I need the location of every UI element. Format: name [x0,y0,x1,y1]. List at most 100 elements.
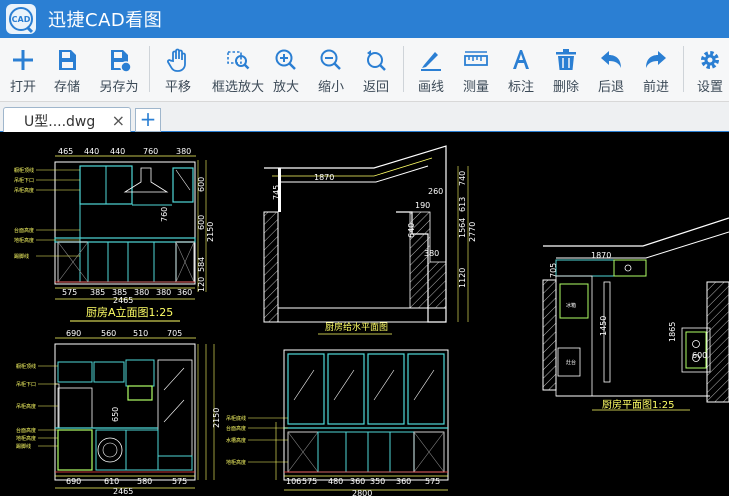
dim-label: 640 [407,223,416,238]
undo-label: 后退 [597,80,624,95]
zoom-out-button[interactable]: 缩小 [315,38,347,102]
toolbar-separator [683,46,684,92]
cad-label: 地柜高度 [16,435,36,442]
zoom-out-label: 缩小 [317,80,344,95]
close-icon[interactable]: × [112,111,125,130]
redo-arrow-icon [646,51,666,68]
dim-label: 120 [197,277,206,292]
open-button[interactable]: 打开 [6,38,40,102]
draw-line-label: 画线 [417,80,444,95]
dim-label: 465 [58,147,73,156]
dim-label: 480 [328,477,343,486]
pan-button[interactable]: 平移 [161,38,195,102]
dim-label: 600 [197,177,206,192]
dim-label: 613 [458,197,467,212]
dim-label: 600 [197,215,206,230]
undo-arrow-icon [601,51,621,68]
dim-label: 510 [133,329,148,338]
cad-label: 吊柜高度 [16,403,36,410]
save-file-icon [59,50,76,70]
settings-button[interactable]: 设置 [694,38,726,102]
dim-label: 1450 [599,316,608,336]
kitchen-plan: 1870 705 1450 1865 600 冰箱 灶台 厨房平面图1:25 [542,217,729,411]
cad-label: 吊柜下口 [16,381,36,388]
cad-label: 台面高度 [226,425,246,432]
cad-label: 吊柜高度 [14,187,34,194]
dim-label: 575 [302,477,317,486]
dim-label: 2150 [212,408,221,428]
plus-icon [13,50,33,70]
cad-label: 吊柜下口 [14,177,34,184]
zoom-in-button[interactable]: 放大 [270,38,302,102]
cad-label: 吊柜底线 [226,415,246,422]
annotate-button[interactable]: 标注 [505,38,537,102]
tab-label: U型....dwg [24,113,96,130]
dim-label: 440 [110,147,125,156]
elevation-a: 465 440 440 760 380 橱柜顶线 吊柜下口 吊柜高度 台面高度 … [14,147,215,322]
dim-label: 690 [66,329,81,338]
dim-label: 190 [415,201,430,210]
delete-button[interactable]: 删除 [550,38,582,102]
toolbar-separator [149,46,150,92]
redo-button[interactable]: 前进 [640,38,672,102]
dim-label: 705 [549,263,558,278]
dim-label: 350 [370,477,385,486]
cad-label: 台面高度 [14,227,34,234]
open-label: 打开 [9,80,36,95]
measure-label: 测量 [462,80,489,95]
drawing-canvas[interactable]: 465 440 440 760 380 橱柜顶线 吊柜下口 吊柜高度 台面高度 … [0,132,729,496]
dim-label: 690 [66,477,81,486]
dim-label: 380 [134,288,149,297]
dim-label: 740 [458,171,467,186]
cad-label: 灶台 [566,359,576,366]
zoom-back-icon [367,50,386,71]
tab-bar: U型....dwg × + [0,102,729,133]
dim-label: 575 [172,477,187,486]
dim-label: 1870 [591,251,611,260]
cad-label: 地柜高度 [226,459,246,466]
dim-label: 705 [167,329,182,338]
measure-button[interactable]: 测量 [460,38,492,102]
dim-label: 575 [62,288,77,297]
cad-label: 踢脚线 [16,443,31,450]
dim-label: 106 [286,477,301,486]
zoom-out-icon [320,49,341,70]
tab-file[interactable]: U型....dwg × [3,107,131,133]
draw-line-button[interactable]: 画线 [415,38,447,102]
dim-label: 650 [111,407,120,422]
dim-label: 2465 [113,487,133,496]
gear-icon [701,51,719,69]
dim-label: 610 [104,477,119,486]
trash-icon [556,49,576,70]
save-as-button[interactable]: 另存为 [96,38,142,102]
zoom-in-icon [275,49,296,70]
dim-label: 440 [84,147,99,156]
box-zoom-label: 框选放大 [211,80,264,95]
elevation-a-title: 厨房A立面图1:25 [86,305,173,319]
dim-label: 584 [197,257,206,272]
back-button[interactable]: 返回 [360,38,392,102]
hand-icon [167,48,186,72]
dim-label: 380 [424,249,439,258]
dim-label: 260 [428,187,443,196]
dim-label: 380 [176,147,191,156]
dim-label: 2770 [468,222,477,242]
save-button[interactable]: 存储 [50,38,84,102]
save-label: 存储 [53,80,80,95]
undo-button[interactable]: 后退 [595,38,627,102]
water-supply-plan: 1870 260 190 640 380 745 740 1120 2770 1… [263,145,477,335]
cad-label: 水槽高度 [226,437,246,444]
dim-label: 600 [692,351,707,360]
magnifier-handle-icon [25,25,34,34]
dim-label: 1564 [458,218,467,238]
dim-label: 360 [350,477,365,486]
dim-label: 360 [396,477,411,486]
settings-label: 设置 [696,80,723,95]
cad-label: 橱柜顶线 [16,363,36,370]
box-zoom-button[interactable]: 框选放大 [210,38,266,102]
elevation-c: 吊柜底线 台面高度 水槽高度 地柜高度 106 575 480 360 350 … [226,349,449,496]
add-tab-button[interactable]: + [135,108,161,132]
dim-label: 360 [177,288,192,297]
save-as-label: 另存为 [99,80,139,95]
zoom-in-label: 放大 [272,80,299,95]
